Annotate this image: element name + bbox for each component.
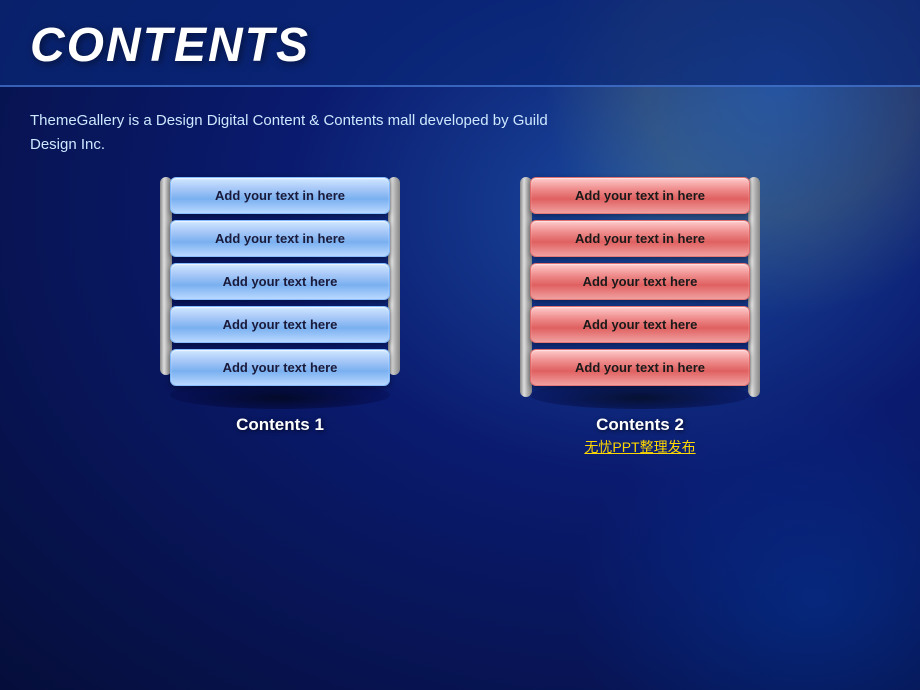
column-1-footer: Contents 1 [236,409,324,435]
list-item[interactable]: Add your text in here [170,177,390,214]
column-2: Add your text in here Add your text in h… [490,177,790,457]
buttons-wrap-2: Add your text in here Add your text in h… [510,177,770,386]
footer-link[interactable]: 无忧PPT整理发布 [584,437,695,457]
list-item[interactable]: Add your text here [170,263,390,300]
subtitle-text: ThemeGallery is a Design Digital Content… [0,87,600,167]
buttons-wrap-1: Add your text in here Add your text in h… [150,177,410,386]
page-content: CONTENTS ThemeGallery is a Design Digita… [0,0,920,690]
list-item[interactable]: Add your text in here [530,349,750,386]
list-item[interactable]: Add your text in here [530,220,750,257]
list-item[interactable]: Add your text in here [170,220,390,257]
list-item[interactable]: Add your text in here [530,177,750,214]
column-1-label: Contents 1 [236,415,324,435]
list-item[interactable]: Add your text here [170,349,390,386]
main-area: Add your text in here Add your text in h… [0,167,920,690]
column-1: Add your text in here Add your text in h… [130,177,430,435]
list-item[interactable]: Add your text here [170,306,390,343]
page-title: CONTENTS [30,19,310,72]
column-2-footer: Contents 2 无忧PPT整理发布 [584,409,695,457]
list-item[interactable]: Add your text here [530,306,750,343]
title-bar: CONTENTS [0,0,920,87]
column-2-label: Contents 2 [596,415,684,435]
list-item[interactable]: Add your text here [530,263,750,300]
